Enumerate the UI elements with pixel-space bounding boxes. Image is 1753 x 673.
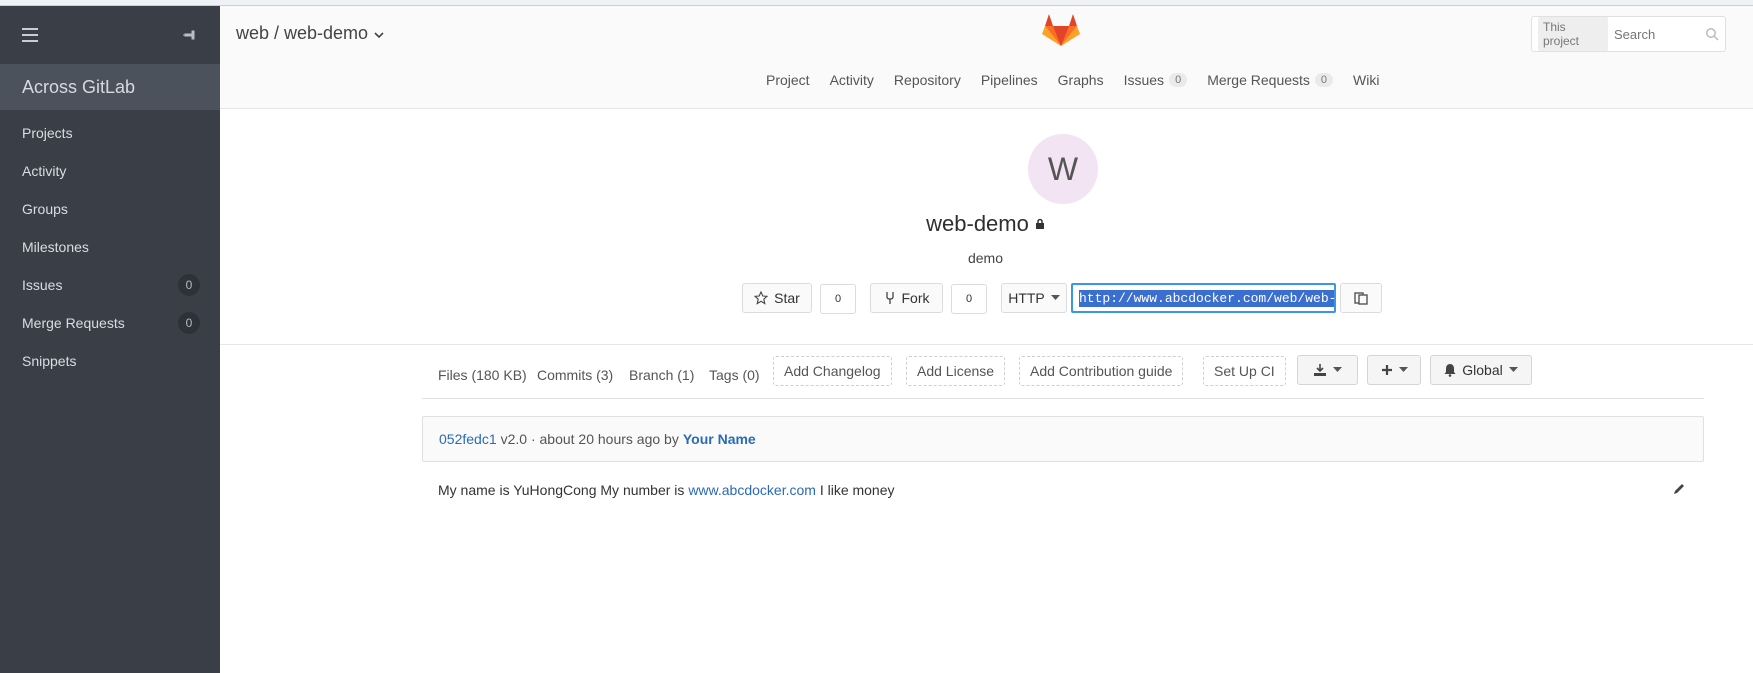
readme-link[interactable]: www.abcdocker.com [688, 482, 816, 498]
tab-pipelines[interactable]: Pipelines [971, 72, 1048, 88]
star-count[interactable]: 0 [820, 284, 856, 314]
add-new-dropdown[interactable] [1367, 355, 1421, 385]
tab-label: Project [766, 72, 810, 88]
sidebar-item-label: Issues [22, 277, 63, 293]
pencil-icon[interactable] [1672, 482, 1686, 496]
lock-icon [1035, 218, 1044, 229]
project-title: web-demo [0, 211, 1753, 237]
add-contribution-guide-button[interactable]: Add Contribution guide [1019, 356, 1184, 386]
star-label: Star [774, 290, 800, 306]
tab-label: Graphs [1057, 72, 1104, 88]
star-icon [754, 291, 769, 305]
files-link[interactable]: Files (180 KB) [438, 360, 527, 390]
add-license-button[interactable]: Add License [906, 356, 1006, 386]
tab-merge-requests[interactable]: Merge Requests 0 [1197, 72, 1343, 88]
sidebar-top [0, 6, 220, 64]
readme-text-before: My name is YuHongCong My number is [438, 482, 685, 498]
sidebar-item-label: Snippets [22, 353, 77, 369]
protocol-label: HTTP [1008, 290, 1045, 306]
tab-label: Activity [829, 72, 874, 88]
sidebar-brand[interactable]: Across GitLab [0, 64, 220, 110]
caret-down-icon [1333, 367, 1342, 372]
copy-url-button[interactable] [1340, 283, 1382, 313]
sidebar-nav: Projects Activity Groups Milestones Issu… [0, 110, 220, 380]
hamburger-icon[interactable] [22, 28, 38, 42]
sidebar-item-label: Merge Requests [22, 315, 125, 331]
merge-requests-tab-badge: 0 [1314, 73, 1334, 87]
download-dropdown[interactable] [1297, 355, 1358, 385]
download-icon [1314, 364, 1326, 376]
tags-link[interactable]: Tags (0) [709, 360, 760, 390]
readme-text-after: I like money [819, 482, 895, 498]
commit-author-link[interactable]: Your Name [683, 431, 756, 447]
search-input[interactable] [1614, 26, 1719, 42]
sidebar-item-projects[interactable]: Projects [0, 114, 220, 152]
clone-url-input[interactable]: http://www.abcdocker.com/web/web-demo.gi… [1071, 283, 1336, 313]
bell-icon [1444, 364, 1456, 377]
sidebar-item-activity[interactable]: Activity [0, 152, 220, 190]
caret-down-icon [1508, 367, 1518, 372]
star-button[interactable]: Star [742, 283, 812, 313]
merge-requests-count-badge: 0 [178, 312, 200, 334]
tab-label: Issues [1123, 72, 1165, 88]
tab-repository[interactable]: Repository [884, 72, 971, 88]
branch-link[interactable]: Branch (1) [629, 360, 694, 390]
fork-count[interactable]: 0 [951, 284, 987, 314]
project-avatar: W [1028, 134, 1098, 204]
project-name: web-demo [926, 211, 1029, 236]
fork-button[interactable]: Fork [870, 283, 943, 313]
add-changelog-button[interactable]: Add Changelog [773, 356, 892, 386]
tab-project[interactable]: Project [756, 72, 820, 88]
tab-graphs[interactable]: Graphs [1048, 72, 1114, 88]
caret-down-icon [1398, 367, 1408, 372]
sidebar-item-merge-requests[interactable]: Merge Requests 0 [0, 304, 220, 342]
breadcrumb-text: web / web-demo [236, 23, 369, 43]
top-header: web / web-demo This project Project Acti… [220, 6, 1753, 109]
tab-label: Merge Requests [1207, 72, 1310, 88]
set-up-ci-button[interactable]: Set Up CI [1203, 356, 1286, 386]
gitlab-logo-icon[interactable] [1042, 12, 1080, 48]
sidebar-item-label: Activity [22, 163, 67, 179]
stats-divider [422, 398, 1704, 399]
clone-protocol-dropdown[interactable]: HTTP [1001, 283, 1067, 313]
caret-down-icon [1050, 295, 1060, 300]
project-description: demo [967, 250, 1004, 266]
issues-count-badge: 0 [178, 274, 200, 296]
pin-icon[interactable] [182, 27, 198, 43]
search-scope-label: This project [1538, 17, 1608, 51]
readme-content: My name is YuHongCong My number is www.a… [438, 482, 895, 498]
project-nav: Project Activity Repository Pipelines Gr… [756, 72, 1389, 88]
commits-link[interactable]: Commits (3) [537, 360, 613, 390]
chevron-down-icon [374, 31, 384, 38]
tab-label: Wiki [1353, 72, 1380, 88]
section-divider [220, 344, 1753, 345]
commit-sha-link[interactable]: 052fedc1 [439, 431, 497, 447]
clipboard-icon [1354, 292, 1368, 305]
tab-label: Repository [893, 72, 961, 88]
plus-icon [1381, 365, 1392, 375]
sidebar-item-snippets[interactable]: Snippets [0, 342, 220, 380]
commit-message: v2.0 · about 20 hours ago by [500, 431, 679, 447]
fork-label: Fork [901, 290, 930, 306]
search-box[interactable]: This project [1531, 16, 1726, 52]
project-breadcrumb[interactable]: web / web-demo [236, 23, 384, 44]
notification-label: Global [1462, 362, 1503, 378]
search-icon[interactable] [1705, 27, 1719, 41]
sidebar: Across GitLab Projects Activity Groups M… [0, 6, 220, 673]
issues-tab-badge: 0 [1169, 73, 1188, 87]
tab-issues[interactable]: Issues 0 [1114, 72, 1198, 88]
sidebar-item-issues[interactable]: Issues 0 [0, 266, 220, 304]
last-commit-box: 052fedc1 v2.0 · about 20 hours ago by Yo… [422, 416, 1704, 462]
sidebar-item-label: Projects [22, 125, 73, 141]
notification-dropdown[interactable]: Global [1430, 355, 1532, 385]
tab-wiki[interactable]: Wiki [1343, 72, 1389, 88]
tab-activity[interactable]: Activity [820, 72, 884, 88]
clone-url-text: http://www.abcdocker.com/web/web-demo.gi… [1079, 289, 1334, 307]
tab-label: Pipelines [980, 72, 1038, 88]
fork-icon [885, 292, 894, 304]
